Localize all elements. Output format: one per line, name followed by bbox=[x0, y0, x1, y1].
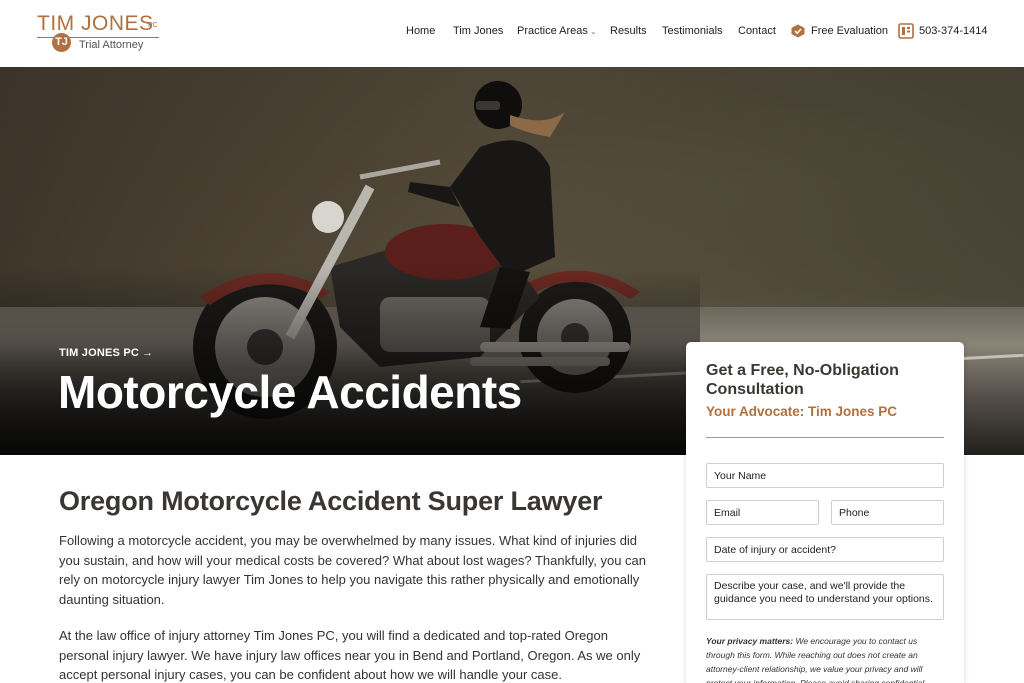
email-field[interactable] bbox=[706, 500, 819, 525]
privacy-notice: Your privacy matters: We encourage you t… bbox=[706, 634, 944, 683]
nav-testimonials[interactable]: Testimonials bbox=[662, 24, 723, 38]
office-paragraph: At the law office of injury attorney Tim… bbox=[59, 628, 641, 682]
site-logo[interactable]: TIM JONES PC TJ Trial Attorney bbox=[37, 12, 162, 56]
site-header: TIM JONES PC TJ Trial Attorney Home Tim … bbox=[0, 0, 1024, 67]
nav-results[interactable]: Results bbox=[610, 24, 647, 38]
nav-tim-jones[interactable]: Tim Jones bbox=[453, 24, 503, 38]
form-title: Get a Free, No-Obligation Consultation bbox=[706, 362, 899, 398]
chevron-down-icon: ⌄ bbox=[589, 27, 597, 36]
intro-paragraph: Following a motorcycle accident, you may… bbox=[59, 533, 646, 607]
form-divider bbox=[706, 437, 944, 438]
hero-text-shade bbox=[0, 267, 700, 455]
logo-monogram: TJ bbox=[52, 33, 71, 52]
arrow-right-icon: → bbox=[142, 347, 154, 359]
nav-practice-areas-label: Practice Areas bbox=[517, 25, 588, 37]
logo-suffix: PC bbox=[148, 22, 158, 29]
nav-practice-areas[interactable]: Practice Areas ⌄ bbox=[517, 24, 597, 39]
logo-tagline: Trial Attorney bbox=[79, 39, 144, 51]
logo-name: TIM JONES bbox=[37, 12, 154, 35]
phone-book-icon bbox=[898, 23, 914, 39]
nav-home[interactable]: Home bbox=[406, 24, 435, 38]
checkmark-badge-icon bbox=[791, 24, 805, 38]
page-title: Motorcycle Accidents bbox=[58, 366, 522, 418]
section-heading: Oregon Motorcycle Accident Super Lawyer bbox=[59, 486, 603, 516]
phone-field[interactable] bbox=[831, 500, 944, 525]
phone-number: 503-374-1414 bbox=[919, 25, 988, 37]
consultation-form: Get a Free, No-Obligation Consultation Y… bbox=[686, 342, 964, 683]
free-evaluation-label: Free Evaluation bbox=[811, 25, 889, 37]
injury-date-field[interactable] bbox=[706, 537, 944, 562]
nav-free-evaluation[interactable]: Free Evaluation bbox=[791, 24, 888, 38]
breadcrumb[interactable]: TIM JONES PC → bbox=[59, 347, 153, 359]
name-field[interactable] bbox=[706, 463, 944, 488]
case-description-field[interactable] bbox=[706, 574, 944, 620]
breadcrumb-home[interactable]: TIM JONES PC bbox=[59, 347, 139, 359]
nav-phone[interactable]: 503-374-1414 bbox=[898, 23, 988, 39]
nav-contact[interactable]: Contact bbox=[738, 24, 776, 38]
privacy-label: Your privacy matters: bbox=[706, 636, 794, 646]
form-subtitle: Your Advocate: Tim Jones PC bbox=[706, 404, 898, 419]
